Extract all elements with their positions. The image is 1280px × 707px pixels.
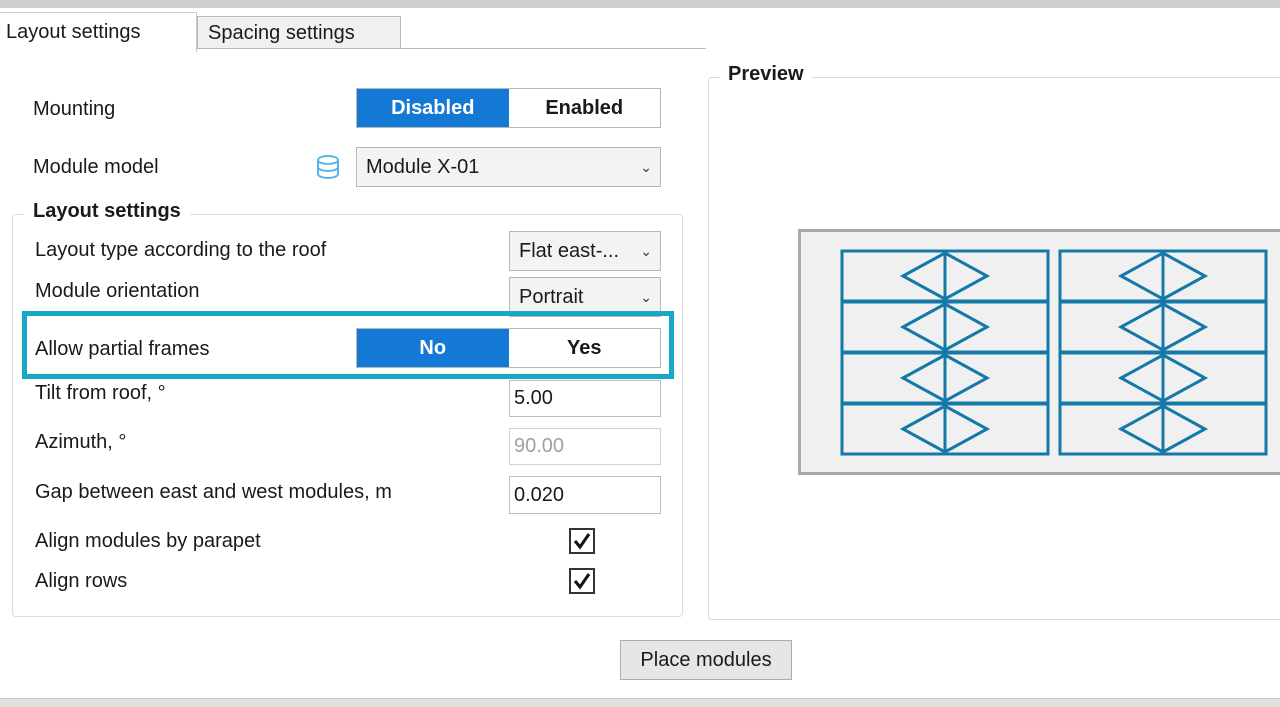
module-model-value: Module X-01 (366, 155, 480, 178)
align-parapet-checkbox[interactable] (569, 528, 595, 554)
module-layout-drawing (840, 249, 1268, 456)
module-model-label: Module model (33, 156, 159, 178)
highlight-box (22, 311, 674, 379)
module-frame (1161, 402, 1268, 456)
module-frame (943, 351, 1050, 405)
layout-type-select[interactable]: Flat east-... ⌄ (509, 231, 661, 271)
mounting-toggle[interactable]: Disabled Enabled (356, 88, 661, 128)
module-frame (840, 300, 947, 354)
module-frame (1058, 300, 1165, 354)
module-orientation-label: Module orientation (35, 280, 200, 302)
module-frame (840, 402, 947, 456)
module-frame (1161, 351, 1268, 405)
chevron-down-icon: ⌄ (640, 158, 652, 175)
azimuth-label: Azimuth, ° (35, 431, 127, 453)
align-rows-checkbox[interactable] (569, 568, 595, 594)
module-frame (1161, 249, 1268, 303)
tab-divider (196, 48, 706, 49)
database-icon[interactable] (315, 154, 341, 180)
module-model-select[interactable]: Module X-01 ⌄ (356, 147, 661, 187)
module-frame (1058, 402, 1165, 456)
align-parapet-label: Align modules by parapet (35, 530, 261, 552)
module-frame (1058, 249, 1165, 303)
module-frame (1161, 300, 1268, 354)
module-frame (840, 249, 947, 303)
checkmark-icon (573, 533, 591, 550)
module-frame (943, 300, 1050, 354)
module-frame (943, 249, 1050, 303)
module-frame (943, 402, 1050, 456)
azimuth-input: 90.00 (509, 428, 661, 465)
place-modules-button[interactable]: Place modules (620, 640, 792, 680)
layout-type-value: Flat east-... (519, 239, 620, 262)
preview-title: Preview (720, 63, 812, 86)
tab-spacing-settings[interactable]: Spacing settings (197, 16, 401, 49)
checkmark-icon (573, 573, 591, 590)
layout-settings-group-title: Layout settings (24, 200, 190, 223)
roof-preview (798, 229, 1280, 475)
mounting-label: Mounting (33, 98, 116, 120)
tilt-input[interactable]: 5.00 (509, 380, 661, 417)
window-top-strip (0, 0, 1280, 8)
chevron-down-icon: ⌄ (640, 288, 652, 305)
module-frame (840, 351, 947, 405)
module-frame (1058, 351, 1165, 405)
layout-type-label: Layout type according to the roof (35, 239, 327, 261)
mounting-disabled-option[interactable]: Disabled (357, 89, 509, 127)
module-orientation-value: Portrait (519, 285, 584, 308)
mounting-enabled-option[interactable]: Enabled (508, 89, 660, 127)
tab-layout-settings[interactable]: Layout settings (0, 12, 197, 52)
gap-input[interactable]: 0.020 (509, 476, 661, 514)
align-rows-label: Align rows (35, 570, 128, 592)
chevron-down-icon: ⌄ (640, 242, 652, 259)
tilt-label: Tilt from roof, ° (35, 382, 166, 404)
gap-label: Gap between east and west modules, m (35, 481, 392, 503)
